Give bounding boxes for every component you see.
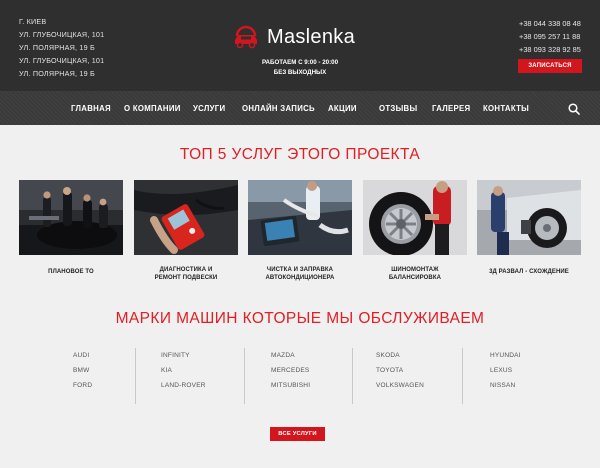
- address-block: Г. КИЕВ УЛ. ГЛУБОЧИЦКАЯ, 101 УЛ. ПОЛЯРНА…: [19, 15, 104, 80]
- hours-line: РАБОТАЕМ С 9:00 - 20:00: [261, 59, 339, 66]
- brand-link[interactable]: MERCEDES: [271, 363, 310, 378]
- brand-link[interactable]: VOLKSWAGEN: [376, 378, 424, 393]
- brand-link[interactable]: AUDI: [73, 348, 92, 363]
- working-hours: РАБОТАЕМ С 9:00 - 20:00 БЕЗ ВЫХОДНЫХ: [230, 58, 370, 78]
- brand-link[interactable]: INFINITY: [161, 348, 206, 363]
- service-image-maintenance: [19, 180, 123, 255]
- service-label: ШИНОМОНТАЖ БАЛАНСИРОВКА: [363, 266, 467, 282]
- address-line: УЛ. ПОЛЯРНАЯ, 19 Б: [19, 43, 95, 52]
- address-line: УЛ. ГЛУБОЧИЦКАЯ, 101: [19, 30, 105, 39]
- nav-item-gallery[interactable]: ГАЛЕРЕЯ: [432, 91, 470, 125]
- column-divider: [244, 348, 245, 404]
- service-label-line: ШИНОМОНТАЖ: [391, 267, 439, 273]
- hours-days: БЕЗ ВЫХОДНЫХ: [273, 69, 327, 76]
- service-label-line: АВТОКОНДИЦИОНЕРА: [265, 275, 335, 281]
- nav-item-home[interactable]: ГЛАВНАЯ: [71, 91, 111, 125]
- service-image-diagnostics: [134, 180, 238, 255]
- brand-link[interactable]: NISSAN: [490, 378, 521, 393]
- brand-column: AUDI BMW FORD: [73, 348, 92, 404]
- brand-link[interactable]: SKODA: [376, 348, 424, 363]
- column-divider: [462, 348, 463, 404]
- brand-link[interactable]: FORD: [73, 378, 92, 393]
- service-label: ЧИСТКА И ЗАПРАВКА АВТОКОНДИЦИОНЕРА: [248, 266, 352, 282]
- brand-column: HYUNDAI LEXUS NISSAN: [490, 348, 521, 404]
- services-section-title: ТОП 5 УСЛУГ ЭТОГО ПРОЕКТА: [179, 146, 421, 163]
- service-image-air-conditioning: [248, 180, 352, 255]
- phone-list: +38 044 338 08 48 +38 095 257 11 88 +38 …: [519, 17, 581, 56]
- service-card[interactable]: ШИНОМОНТАЖ БАЛАНСИРОВКА: [363, 180, 467, 281]
- phone-number[interactable]: +38 093 328 92 85: [519, 43, 581, 56]
- brand-column: INFINITY KIA LAND-ROVER: [161, 348, 206, 404]
- service-card[interactable]: ПЛАНОВОЕ ТО: [19, 180, 123, 275]
- brands-section-title: МАРКИ МАШИН КОТОРЫЕ МЫ ОБСЛУЖИВАЕМ: [115, 310, 485, 327]
- brand-link[interactable]: LAND-ROVER: [161, 378, 206, 393]
- book-appointment-button[interactable]: ЗАПИСАТЬСЯ: [518, 59, 582, 73]
- service-label-line: РЕМОНТ ПОДВЕСКИ: [154, 275, 218, 281]
- service-label: ДИАГНОСТИКА И РЕМОНТ ПОДВЕСКИ: [134, 266, 238, 282]
- nav-item-about[interactable]: О КОМПАНИИ: [124, 91, 181, 125]
- service-image-wheel-alignment: [477, 180, 581, 255]
- brand-link[interactable]: KIA: [161, 363, 206, 378]
- service-label: 3Д РАЗВАЛ - СХОЖДЕНИЕ: [477, 268, 581, 276]
- service-label: ПЛАНОВОЕ ТО: [19, 268, 123, 276]
- address-line: УЛ. ПОЛЯРНАЯ, 19 Б: [19, 69, 95, 78]
- logo-text: Maslenka: [267, 25, 355, 48]
- nav-item-promotions[interactable]: АКЦИИ: [328, 91, 357, 125]
- nav-item-contacts[interactable]: КОНТАКТЫ: [483, 91, 529, 125]
- service-card[interactable]: 3Д РАЗВАЛ - СХОЖДЕНИЕ: [477, 180, 581, 275]
- brand-link[interactable]: TOYOTA: [376, 363, 424, 378]
- brand-link[interactable]: MAZDA: [271, 348, 310, 363]
- column-divider: [352, 348, 353, 404]
- main-nav: ГЛАВНАЯ О КОМПАНИИ УСЛУГИ ОНЛАЙН ЗАПИСЬ …: [0, 91, 600, 125]
- column-divider: [135, 348, 136, 404]
- service-label-line: БАЛАНСИРОВКА: [388, 275, 442, 281]
- service-label-line: 3Д РАЗВАЛ - СХОЖДЕНИЕ: [489, 269, 569, 275]
- brand-link[interactable]: BMW: [73, 363, 92, 378]
- service-label-line: ДИАГНОСТИКА И: [159, 267, 213, 273]
- search-icon[interactable]: [567, 102, 581, 116]
- brand-link[interactable]: LEXUS: [490, 363, 521, 378]
- phone-number[interactable]: +38 095 257 11 88: [519, 30, 581, 43]
- address-city: Г. КИЕВ: [19, 17, 47, 26]
- brand-column: SKODA TOYOTA VOLKSWAGEN: [376, 348, 424, 404]
- site-header: Г. КИЕВ УЛ. ГЛУБОЧИЦКАЯ, 101 УЛ. ПОЛЯРНА…: [0, 0, 600, 91]
- all-services-button[interactable]: ВСЕ УСЛУГИ: [270, 427, 325, 441]
- brand-link[interactable]: HYUNDAI: [490, 348, 521, 363]
- nav-item-services[interactable]: УСЛУГИ: [193, 91, 225, 125]
- phone-number[interactable]: +38 044 338 08 48: [519, 17, 581, 30]
- brand-link[interactable]: MITSUBISHI: [271, 378, 310, 393]
- service-label-line: ПЛАНОВОЕ ТО: [48, 269, 94, 275]
- nav-item-online-booking[interactable]: ОНЛАЙН ЗАПИСЬ: [242, 91, 315, 125]
- nav-item-reviews[interactable]: ОТЗЫВЫ: [379, 91, 417, 125]
- service-card[interactable]: ДИАГНОСТИКА И РЕМОНТ ПОДВЕСКИ: [134, 180, 238, 281]
- service-label-line: ЧИСТКА И ЗАПРАВКА: [266, 267, 334, 273]
- brand-column: MAZDA MERCEDES MITSUBISHI: [271, 348, 310, 404]
- address-line: УЛ. ГЛУБОЧИЦКАЯ, 101: [19, 56, 105, 65]
- car-mechanic-logo-icon: [235, 25, 257, 49]
- site-logo[interactable]: Maslenka: [232, 24, 355, 50]
- service-card[interactable]: ЧИСТКА И ЗАПРАВКА АВТОКОНДИЦИОНЕРА: [248, 180, 352, 281]
- service-image-tire-fitting: [363, 180, 467, 255]
